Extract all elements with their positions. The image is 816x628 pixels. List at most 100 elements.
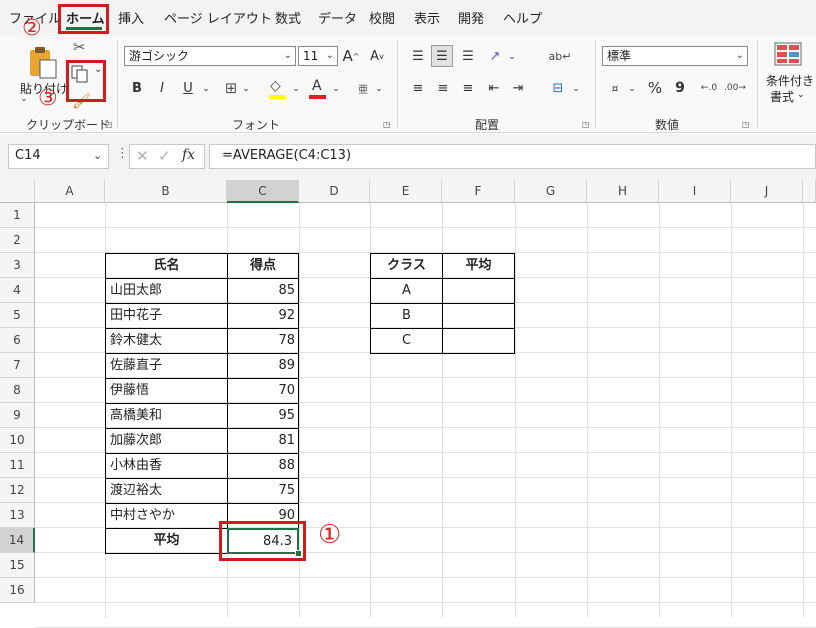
cut-scissors-icon[interactable]: ✂	[73, 38, 86, 56]
header-score-cell[interactable]: 得点	[227, 253, 299, 279]
header-name-cell[interactable]: 氏名	[105, 253, 228, 279]
name-cell[interactable]: 田中花子	[105, 303, 228, 329]
number-launcher-icon[interactable]: ◳	[742, 120, 750, 129]
score-cell[interactable]: 88	[227, 453, 299, 479]
row-header-1[interactable]: 1	[0, 203, 35, 228]
class-cell[interactable]: B	[370, 303, 443, 329]
header-average-cell[interactable]: 平均	[442, 253, 515, 279]
conditional-formatting-label[interactable]: 条件付き	[766, 72, 814, 89]
paste-dropdown-chevron-icon[interactable]: ⌄	[20, 94, 28, 104]
tab-view[interactable]: 表示	[414, 8, 440, 27]
average-label-cell[interactable]: 平均	[105, 528, 228, 554]
name-cell[interactable]: 高橋美和	[105, 403, 228, 429]
row-header-14[interactable]: 14	[0, 528, 35, 553]
name-cell[interactable]: 鈴木健太	[105, 328, 228, 354]
column-header-b[interactable]: B	[105, 180, 227, 203]
currency-chevron-icon[interactable]: ⌄	[626, 80, 638, 98]
number-format-combo[interactable]: 標準 ⌄	[602, 46, 748, 66]
tab-formulas[interactable]: 数式	[275, 8, 301, 27]
row-header-15[interactable]: 15	[0, 553, 35, 578]
class-cell[interactable]: A	[370, 278, 443, 304]
tab-data[interactable]: データ	[318, 8, 357, 27]
row-header-6[interactable]: 6	[0, 328, 35, 353]
class-average-cell[interactable]	[442, 303, 515, 329]
decrease-font-icon[interactable]: Av	[368, 46, 386, 66]
fill-color-icon[interactable]: ◇	[268, 78, 288, 100]
score-cell[interactable]: 95	[227, 403, 299, 429]
select-all-corner[interactable]	[0, 180, 35, 203]
name-box[interactable]: C14 ⌄	[8, 144, 109, 169]
column-header-g[interactable]: G	[515, 180, 587, 203]
font-color-chevron-icon[interactable]: ⌄	[330, 80, 342, 98]
column-header-k[interactable]	[803, 180, 816, 203]
bold-button[interactable]: B	[130, 78, 144, 98]
tab-developer[interactable]: 開発	[458, 8, 484, 27]
align-top-icon[interactable]: ☰	[408, 46, 428, 66]
merge-chevron-icon[interactable]: ⌄	[570, 80, 582, 98]
borders-chevron-icon[interactable]: ⌄	[240, 80, 252, 98]
conditional-formatting-label-2[interactable]: 書式	[770, 88, 794, 105]
class-cell[interactable]: C	[370, 328, 443, 354]
tab-page-layout[interactable]: ページ レイアウト	[164, 8, 272, 27]
align-left-icon[interactable]: ≡	[408, 78, 428, 98]
orientation-chevron-icon[interactable]: ⌄	[506, 48, 518, 66]
score-cell[interactable]: 85	[227, 278, 299, 304]
row-header-4[interactable]: 4	[0, 278, 35, 303]
font-color-icon[interactable]: A	[308, 78, 328, 100]
column-header-a[interactable]: A	[35, 180, 105, 203]
name-cell[interactable]: 伊藤悟	[105, 378, 228, 404]
cancel-entry-icon[interactable]: ✕	[136, 147, 149, 165]
row-header-8[interactable]: 8	[0, 378, 35, 403]
italic-button[interactable]: I	[155, 78, 169, 98]
clipboard-launcher-icon[interactable]: ◳	[105, 120, 113, 129]
conditional-formatting-icon[interactable]	[774, 42, 802, 66]
confirm-entry-icon[interactable]: ✓	[158, 147, 171, 165]
name-cell[interactable]: 山田太郎	[105, 278, 228, 304]
fill-color-chevron-icon[interactable]: ⌄	[290, 80, 302, 98]
align-middle-icon[interactable]: ☰	[431, 45, 453, 67]
column-header-h[interactable]: H	[587, 180, 659, 203]
row-header-11[interactable]: 11	[0, 453, 35, 478]
borders-icon[interactable]: ⊞	[222, 78, 240, 98]
conditional-chevron-icon[interactable]: ⌄	[797, 90, 805, 100]
comma-style-button[interactable]: 9	[672, 78, 688, 98]
orientation-icon[interactable]: ↗	[484, 46, 506, 66]
name-cell[interactable]: 渡辺裕太	[105, 478, 228, 504]
score-cell[interactable]: 78	[227, 328, 299, 354]
name-cell[interactable]: 小林由香	[105, 453, 228, 479]
percent-button[interactable]: %	[645, 78, 665, 98]
align-center-icon[interactable]: ≡	[433, 78, 453, 98]
align-bottom-icon[interactable]: ☰	[458, 46, 478, 66]
wrap-text-icon[interactable]: ab↵	[548, 44, 572, 68]
currency-icon[interactable]: ¤	[604, 78, 626, 98]
row-header-9[interactable]: 9	[0, 403, 35, 428]
name-cell[interactable]: 佐藤直子	[105, 353, 228, 379]
underline-button[interactable]: U	[181, 78, 195, 98]
merge-center-icon[interactable]: ⊟	[548, 78, 568, 98]
score-cell[interactable]: 92	[227, 303, 299, 329]
underline-chevron-icon[interactable]: ⌄	[200, 80, 212, 98]
name-cell[interactable]: 加藤次郎	[105, 428, 228, 454]
increase-decimal-icon[interactable]: ←.0	[698, 78, 720, 98]
column-header-j[interactable]: J	[731, 180, 803, 203]
score-cell[interactable]: 70	[227, 378, 299, 404]
tab-insert[interactable]: 挿入	[118, 8, 144, 27]
row-header-3[interactable]: 3	[0, 253, 35, 278]
score-cell[interactable]: 89	[227, 353, 299, 379]
column-header-d[interactable]: D	[299, 180, 370, 203]
column-header-c[interactable]: C	[227, 180, 299, 203]
tab-help[interactable]: ヘルプ	[503, 8, 542, 27]
column-header-f[interactable]: F	[442, 180, 515, 203]
tab-review[interactable]: 校閲	[369, 8, 395, 27]
column-header-i[interactable]: I	[659, 180, 731, 203]
phonetic-icon[interactable]: 亜	[355, 78, 371, 98]
row-header-13[interactable]: 13	[0, 503, 35, 528]
formula-input[interactable]: =AVERAGE(C4:C13)	[209, 144, 816, 169]
more-options-icon[interactable]: ⋮	[116, 146, 129, 161]
font-launcher-icon[interactable]: ◳	[383, 120, 391, 129]
row-header-7[interactable]: 7	[0, 353, 35, 378]
decrease-decimal-icon[interactable]: .00→	[724, 78, 746, 98]
row-header-10[interactable]: 10	[0, 428, 35, 453]
font-size-combo[interactable]: 11 ⌄	[298, 46, 338, 66]
row-header-5[interactable]: 5	[0, 303, 35, 328]
